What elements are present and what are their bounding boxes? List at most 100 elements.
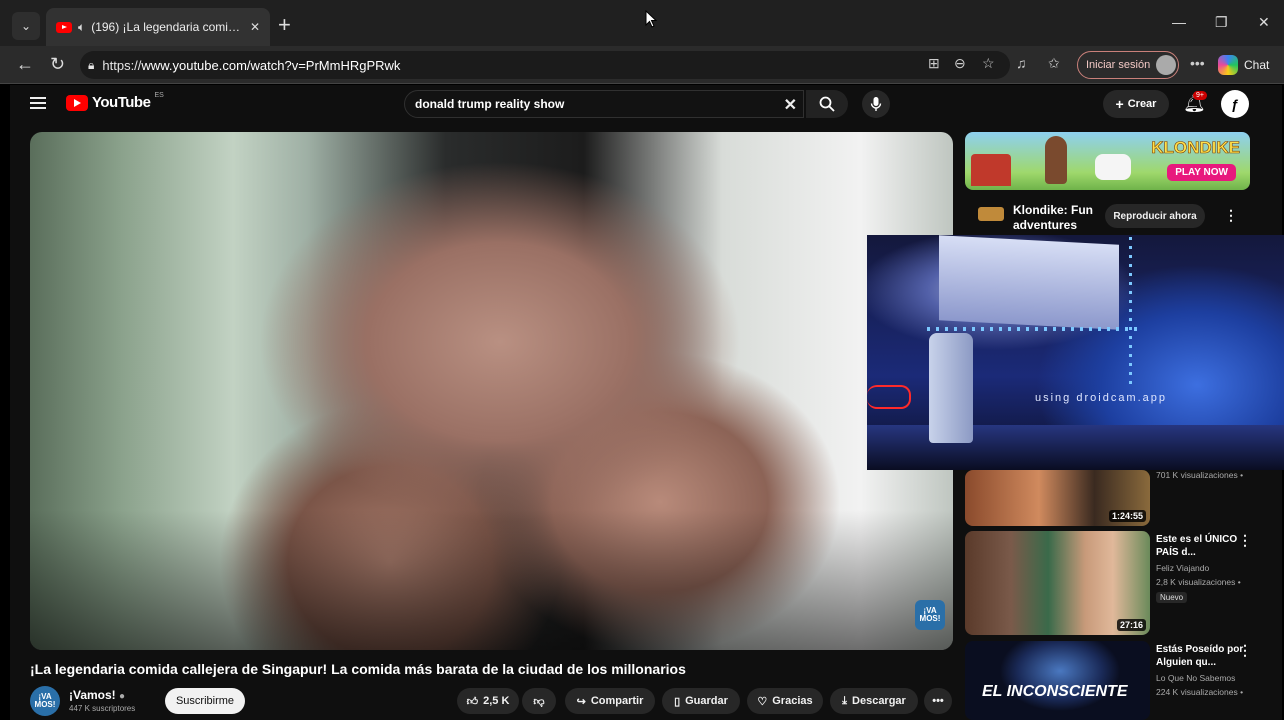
url-text: https://www.youtube.com/watch?v=PrMmHRgP… [102, 57, 401, 73]
sidebar-views-3: 224 K visualizaciones • [1156, 687, 1244, 697]
browser-toolbar: ← ↻ 🔒︎ https://www.youtube.com/watch?v=P… [0, 46, 1284, 84]
logo-country: ES [154, 92, 164, 99]
sidebar-views-2: 2,8 K visualizaciones • [1156, 577, 1241, 587]
create-button[interactable]: + Crear [1103, 90, 1169, 118]
create-label: Crear [1127, 98, 1157, 110]
close-window-button[interactable]: ✕ [1258, 14, 1270, 31]
address-bar[interactable]: 🔒︎ https://www.youtube.com/watch?v=PrMmH… [80, 51, 1010, 79]
like-button[interactable]: 👍︎ 2,5 K [457, 688, 519, 714]
save-button[interactable]: ▯ Guardar [662, 688, 740, 714]
share-button[interactable]: ↪ Compartir [565, 688, 655, 714]
copilot-icon [1218, 55, 1238, 75]
sidebar-channel-2[interactable]: Feliz Viajando [1156, 563, 1209, 573]
copilot-chat-button[interactable]: Chat [1218, 51, 1282, 79]
microphone-icon [870, 97, 882, 111]
subscribe-button[interactable]: Suscribirme [165, 688, 245, 714]
sidebar-title-3[interactable]: Estás Poseído por Alguien qu... [1156, 643, 1246, 669]
sidebar-thumbnail-3[interactable]: EL INCONSCIENTE [965, 641, 1150, 720]
download-button[interactable]: ⤓ Descargar [830, 688, 918, 714]
more-options-icon[interactable]: ••• [1190, 55, 1205, 71]
led-strip [927, 327, 1137, 331]
webcam-overlay: using droidcam.app [867, 235, 1284, 470]
bookmark-icon: ▯ [674, 695, 681, 708]
clear-search-icon[interactable]: ✕ [784, 95, 797, 115]
maximize-button[interactable]: ❐ [1215, 14, 1228, 31]
red-light [867, 385, 911, 409]
browser-tab-bar: ⌄ 🔈︎ (196) ¡La legendaria comida c ✕ + —… [0, 0, 1284, 46]
sidebar-more-icon-2[interactable]: ⋮ [1238, 532, 1252, 549]
thanks-button[interactable]: ♡ Gracias [747, 688, 823, 714]
mouse-cursor-icon [645, 10, 657, 28]
new-tab-button[interactable]: + [278, 12, 291, 38]
chevron-down-icon: ⌄ [20, 19, 32, 33]
sidebar-views-1: 701 K visualizaciones • [1156, 470, 1244, 480]
favorites-icon[interactable]: ✩ [1048, 55, 1060, 72]
dislike-button[interactable]: 👎︎ [522, 688, 556, 714]
ad-banner[interactable]: KLONDIKE PLAY NOW [965, 132, 1250, 190]
menu-icon[interactable] [30, 97, 46, 109]
character-graphic [1045, 136, 1067, 184]
ad-play-now[interactable]: PLAY NOW [1167, 164, 1236, 181]
more-actions-button[interactable]: ••• [924, 688, 952, 714]
download-label: Descargar [852, 695, 906, 707]
video-player[interactable]: ¡VA MOS! [30, 132, 953, 650]
sidebar-title-2[interactable]: Este es el ÚNICO PAÍS d... [1156, 533, 1246, 559]
thanks-heart-icon: ♡ [757, 695, 768, 708]
youtube-logo[interactable]: YouTube ES [66, 92, 164, 111]
search-input[interactable]: donald trump reality show ✕ [404, 90, 804, 118]
video-title: ¡La legendaria comida callejera de Singa… [30, 661, 686, 677]
search-button[interactable] [806, 90, 848, 118]
close-tab-icon[interactable]: ✕ [250, 20, 260, 34]
signin-label: Iniciar sesión [1086, 59, 1151, 71]
ad-more-icon[interactable]: ⋮ [1224, 207, 1238, 224]
search-icon [819, 96, 835, 112]
reload-icon[interactable]: ↻ [50, 54, 65, 75]
tab-title: (196) ¡La legendaria comida c [91, 20, 244, 34]
chat-label: Chat [1244, 58, 1270, 72]
ad-title[interactable]: Klondike: Fun adventures [1013, 203, 1103, 233]
youtube-favicon-icon [56, 21, 72, 33]
sidebar-more-icon-3[interactable]: ⋮ [1238, 642, 1252, 659]
signin-button[interactable]: Iniciar sesión [1077, 51, 1179, 79]
media-control-icon[interactable]: ♫ [1016, 55, 1027, 71]
app-install-icon[interactable]: ⊞ [928, 55, 940, 72]
account-avatar[interactable]: ƒ [1221, 90, 1249, 118]
duration-badge: 27:16 [1116, 619, 1146, 631]
thumbs-up-icon: 👍︎ [466, 695, 479, 708]
more-horizontal-icon: ••• [932, 695, 944, 707]
barn-graphic [971, 154, 1011, 186]
zoom-out-icon[interactable]: ⊖ [954, 55, 966, 72]
ad-app-icon [978, 207, 1004, 221]
channel-avatar[interactable]: ¡VA MOS! [30, 686, 60, 716]
window-graphic [939, 235, 1119, 330]
youtube-header: YouTube ES donald trump reality show ✕ +… [10, 85, 1282, 125]
subscriber-count: 447 K suscriptores [69, 704, 136, 713]
ad-logo: KLONDIKE [1151, 138, 1240, 158]
save-label: Guardar [685, 695, 728, 707]
voice-search-button[interactable] [862, 90, 890, 118]
sidebar-thumbnail-1[interactable]: 1:24:55 [965, 470, 1150, 526]
duration-badge: 1:24:55 [1108, 510, 1146, 522]
share-label: Compartir [590, 695, 644, 707]
profile-avatar-icon [1156, 55, 1177, 75]
speaker-icon[interactable]: 🔈︎ [78, 20, 85, 35]
back-arrow-icon[interactable]: ← [16, 54, 34, 75]
plus-icon: + [1115, 96, 1124, 112]
favorite-star-icon[interactable]: ☆ [982, 55, 995, 72]
bottle-graphic [929, 333, 973, 443]
like-count: 2,5 K [483, 695, 510, 707]
thumbs-down-icon: 👎︎ [533, 695, 545, 708]
notification-badge: 9+ [1193, 91, 1207, 100]
browser-tab-active[interactable]: 🔈︎ (196) ¡La legendaria comida c ✕ [46, 8, 270, 46]
channel-watermark[interactable]: ¡VA MOS! [915, 600, 945, 630]
tab-list-button[interactable]: ⌄ [12, 12, 40, 40]
lock-icon: 🔒︎ [88, 57, 95, 72]
sidebar-channel-3[interactable]: Lo Que No Sabemos [1156, 673, 1235, 683]
channel-name[interactable]: ¡Vamos! ● [69, 688, 125, 702]
search-value: donald trump reality show [415, 97, 565, 111]
droidcam-watermark: using droidcam.app [1035, 392, 1168, 404]
minimize-button[interactable]: — [1172, 14, 1186, 30]
ad-cta-button[interactable]: Reproducir ahora [1105, 204, 1205, 228]
sidebar-thumbnail-2[interactable]: 27:16 [965, 531, 1150, 635]
download-icon: ⤓ [842, 694, 848, 707]
